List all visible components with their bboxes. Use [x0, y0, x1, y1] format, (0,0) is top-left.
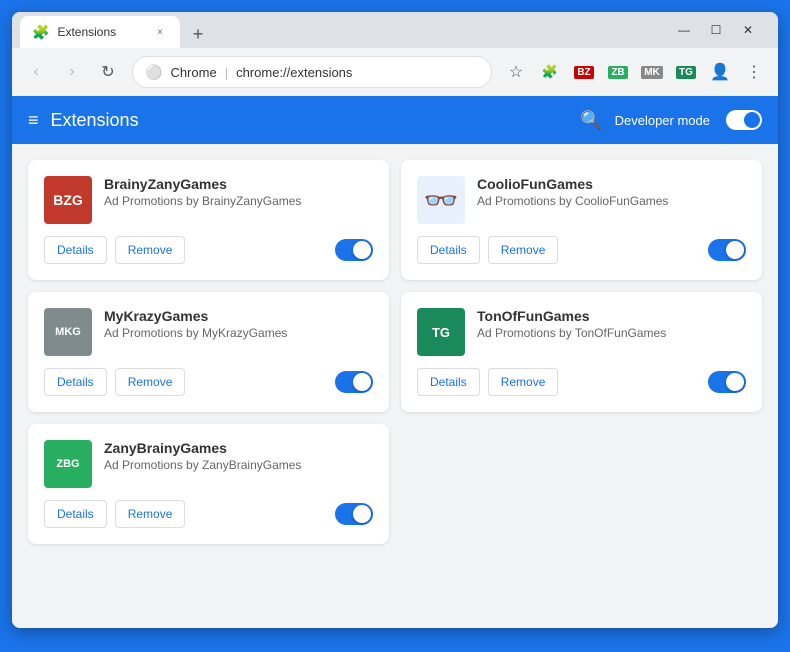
active-tab[interactable]: 🧩 Extensions ×: [20, 16, 180, 48]
new-tab-button[interactable]: +: [184, 20, 212, 48]
extension-description: Ad Promotions by MyKrazyGames: [104, 326, 373, 340]
extension-description: Ad Promotions by CoolioFunGames: [477, 194, 746, 208]
remove-button[interactable]: Remove: [115, 368, 186, 396]
extension-info: ZanyBrainyGames Ad Promotions by ZanyBra…: [104, 440, 373, 472]
ext-icon-3[interactable]: ZB: [602, 56, 634, 88]
remove-button[interactable]: Remove: [115, 500, 186, 528]
card-footer: Details Remove: [44, 236, 373, 264]
details-button[interactable]: Details: [417, 368, 480, 396]
extension-logo-bzg: BZG: [44, 176, 92, 224]
card-footer: Details Remove: [44, 368, 373, 396]
details-button[interactable]: Details: [417, 236, 480, 264]
title-bar: 🧩 Extensions × + — ☐ ✕: [12, 12, 778, 48]
card-header: MKG MyKrazyGames Ad Promotions by MyKraz…: [44, 308, 373, 356]
extension-toggle[interactable]: [335, 371, 373, 393]
card-header: TG TonOfFunGames Ad Promotions by TonOfF…: [417, 308, 746, 356]
extension-info: TonOfFunGames Ad Promotions by TonOfFunG…: [477, 308, 746, 340]
details-button[interactable]: Details: [44, 236, 107, 264]
extensions-page: ≡ Extensions 🔍 Developer mode BZG Brainy…: [12, 96, 778, 628]
extension-name: TonOfFunGames: [477, 308, 746, 324]
ext-icon-4[interactable]: MK: [636, 56, 668, 88]
url-provider: Chrome: [170, 65, 216, 80]
extension-description: Ad Promotions by TonOfFunGames: [477, 326, 746, 340]
extension-description: Ad Promotions by ZanyBrainyGames: [104, 458, 373, 472]
extension-info: BrainyZanyGames Ad Promotions by BrainyZ…: [104, 176, 373, 208]
url-path: chrome://extensions: [236, 65, 352, 80]
card-header: 👓 CoolioFunGames Ad Promotions by Coolio…: [417, 176, 746, 224]
remove-button[interactable]: Remove: [488, 236, 559, 264]
extension-logo-zbg: ZBG: [44, 440, 92, 488]
reload-button[interactable]: ↻: [92, 56, 124, 88]
close-button[interactable]: ✕: [734, 16, 762, 44]
remove-button[interactable]: Remove: [488, 368, 559, 396]
tab-bar: 🧩 Extensions × +: [20, 12, 670, 48]
tab-close-button[interactable]: ×: [152, 24, 168, 40]
extensions-header: ≡ Extensions 🔍 Developer mode: [12, 96, 778, 144]
extension-logo-mkz: MKG: [44, 308, 92, 356]
forward-button[interactable]: ›: [56, 56, 88, 88]
account-button[interactable]: 👤: [704, 56, 736, 88]
extension-name: BrainyZanyGames: [104, 176, 373, 192]
card-footer: Details Remove: [417, 236, 746, 264]
dev-mode-label: Developer mode: [615, 113, 710, 128]
url-separator: |: [225, 65, 228, 80]
extension-name: MyKrazyGames: [104, 308, 373, 324]
extension-card-coolio-fun-games: 👓 CoolioFunGames Ad Promotions by Coolio…: [401, 160, 762, 280]
extension-name: ZanyBrainyGames: [104, 440, 373, 456]
extensions-page-title: Extensions: [51, 110, 569, 131]
ext-icon-5[interactable]: TG: [670, 56, 702, 88]
extension-toggle[interactable]: [708, 371, 746, 393]
back-button[interactable]: ‹: [20, 56, 52, 88]
extension-logo-tg: TG: [417, 308, 465, 356]
toolbar-right: ☆ 🧩 BZ ZB MK TG 👤 ⋮: [500, 56, 770, 88]
hamburger-menu-icon[interactable]: ≡: [28, 110, 39, 131]
url-chrome-icon: ⚪: [145, 64, 162, 81]
card-header: BZG BrainyZanyGames Ad Promotions by Bra…: [44, 176, 373, 224]
card-footer: Details Remove: [44, 500, 373, 528]
extension-card-my-krazy-games: MKG MyKrazyGames Ad Promotions by MyKraz…: [28, 292, 389, 412]
extension-logo-coolio: 👓: [417, 176, 465, 224]
browser-window: 🧩 Extensions × + — ☐ ✕ ‹ › ↻ ⚪ Chrome | …: [12, 12, 778, 628]
extension-name: CoolioFunGames: [477, 176, 746, 192]
extensions-search-icon[interactable]: 🔍: [580, 110, 602, 131]
dev-mode-toggle[interactable]: [726, 110, 762, 130]
address-bar: ‹ › ↻ ⚪ Chrome | chrome://extensions ☆ 🧩…: [12, 48, 778, 96]
url-bar[interactable]: ⚪ Chrome | chrome://extensions: [132, 56, 492, 88]
extension-info: MyKrazyGames Ad Promotions by MyKrazyGam…: [104, 308, 373, 340]
card-header: ZBG ZanyBrainyGames Ad Promotions by Zan…: [44, 440, 373, 488]
bookmark-button[interactable]: ☆: [500, 56, 532, 88]
extension-toggle[interactable]: [335, 239, 373, 261]
ext-icon-2[interactable]: BZ: [568, 56, 600, 88]
ext-icon-1[interactable]: 🧩: [534, 56, 566, 88]
extension-info: CoolioFunGames Ad Promotions by CoolioFu…: [477, 176, 746, 208]
window-controls: — ☐ ✕: [670, 16, 762, 44]
extension-card-zany-brainy-games: ZBG ZanyBrainyGames Ad Promotions by Zan…: [28, 424, 389, 544]
tab-extensions-icon: 🧩: [32, 24, 49, 41]
remove-button[interactable]: Remove: [115, 236, 186, 264]
details-button[interactable]: Details: [44, 500, 107, 528]
minimize-button[interactable]: —: [670, 16, 698, 44]
details-button[interactable]: Details: [44, 368, 107, 396]
extension-description: Ad Promotions by BrainyZanyGames: [104, 194, 373, 208]
extensions-list: BZG BrainyZanyGames Ad Promotions by Bra…: [12, 144, 778, 628]
card-footer: Details Remove: [417, 368, 746, 396]
extension-toggle[interactable]: [335, 503, 373, 525]
tab-title: Extensions: [57, 25, 116, 39]
extension-card-ton-of-fun-games: TG TonOfFunGames Ad Promotions by TonOfF…: [401, 292, 762, 412]
chrome-menu-button[interactable]: ⋮: [738, 56, 770, 88]
extension-card-brainy-zany-games: BZG BrainyZanyGames Ad Promotions by Bra…: [28, 160, 389, 280]
extension-toggle[interactable]: [708, 239, 746, 261]
maximize-button[interactable]: ☐: [702, 16, 730, 44]
